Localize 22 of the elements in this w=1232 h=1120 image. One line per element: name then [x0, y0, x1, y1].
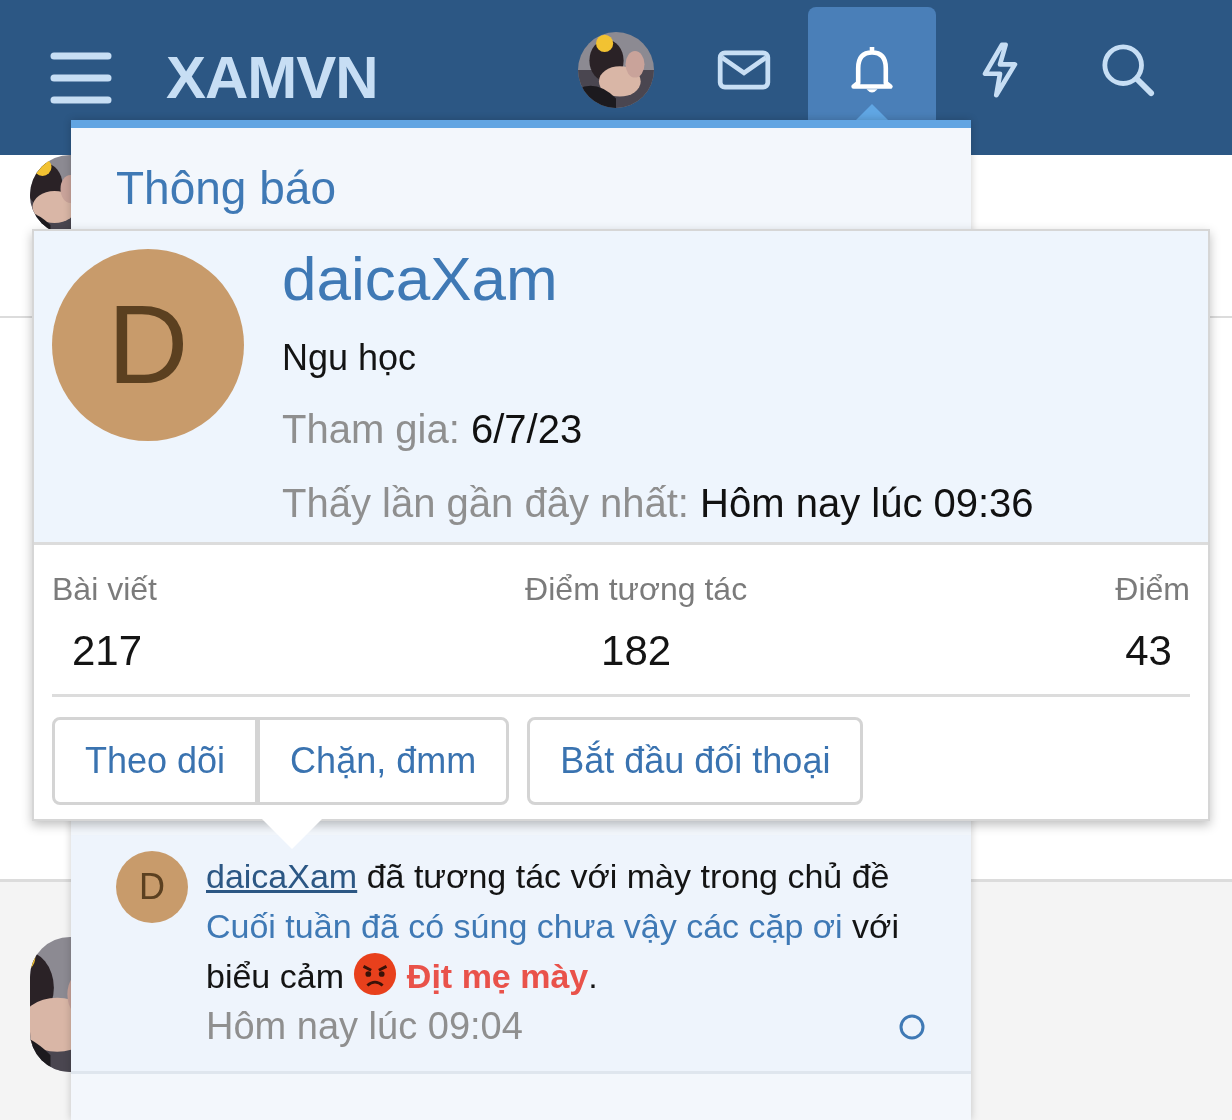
stat-value: 43: [1124, 626, 1173, 676]
stat-label: Điểm tương tác: [525, 570, 748, 609]
menu-title: Thông báo: [115, 161, 337, 216]
site-logo[interactable]: XAMVN: [166, 32, 378, 123]
timestamp: Hôm nay lúc 09:04: [206, 1004, 523, 1049]
thread-link[interactable]: Cuối tuần đã có súng chưa vậy các cặp ơi: [206, 907, 843, 945]
username[interactable]: daicaXam: [282, 247, 1034, 311]
avatar[interactable]: D: [116, 851, 188, 923]
profile-fact: Tham gia: 6/7/23: [282, 406, 584, 453]
action-button[interactable]: Theo dõi: [52, 717, 259, 805]
stat-value: 217: [71, 626, 144, 676]
stat-label: Điểm: [1115, 570, 1190, 609]
user-link[interactable]: daicaXam: [206, 857, 358, 895]
user-title: Ngu học: [282, 336, 418, 380]
profile-fact: Thấy lần gần đây nhất: Hôm nay lúc 09:36: [282, 480, 1034, 527]
action-button[interactable]: Chặn, đmm: [257, 717, 510, 805]
stat-label: Bài viết: [52, 570, 157, 609]
stat-value: 182: [600, 626, 673, 676]
action-button[interactable]: Bắt đầu đối thoại: [527, 717, 864, 805]
notification-text: daicaXam đã tương tác với mày trong chủ đề Cuối tuần đã có súng chưa vậy các cặp ơi với biểu cảm Địt mẹ mày.: [206, 856, 900, 998]
avatar: D: [52, 249, 244, 441]
notification-item[interactable]: D daicaXam đã tương tác với mày trong chủ đề Cuối tuần đã có súng chưa vậy các cặp ơi với biểu cảm Địt mẹ mày. Hôm nay lúc 09:04: [71, 835, 971, 1074]
